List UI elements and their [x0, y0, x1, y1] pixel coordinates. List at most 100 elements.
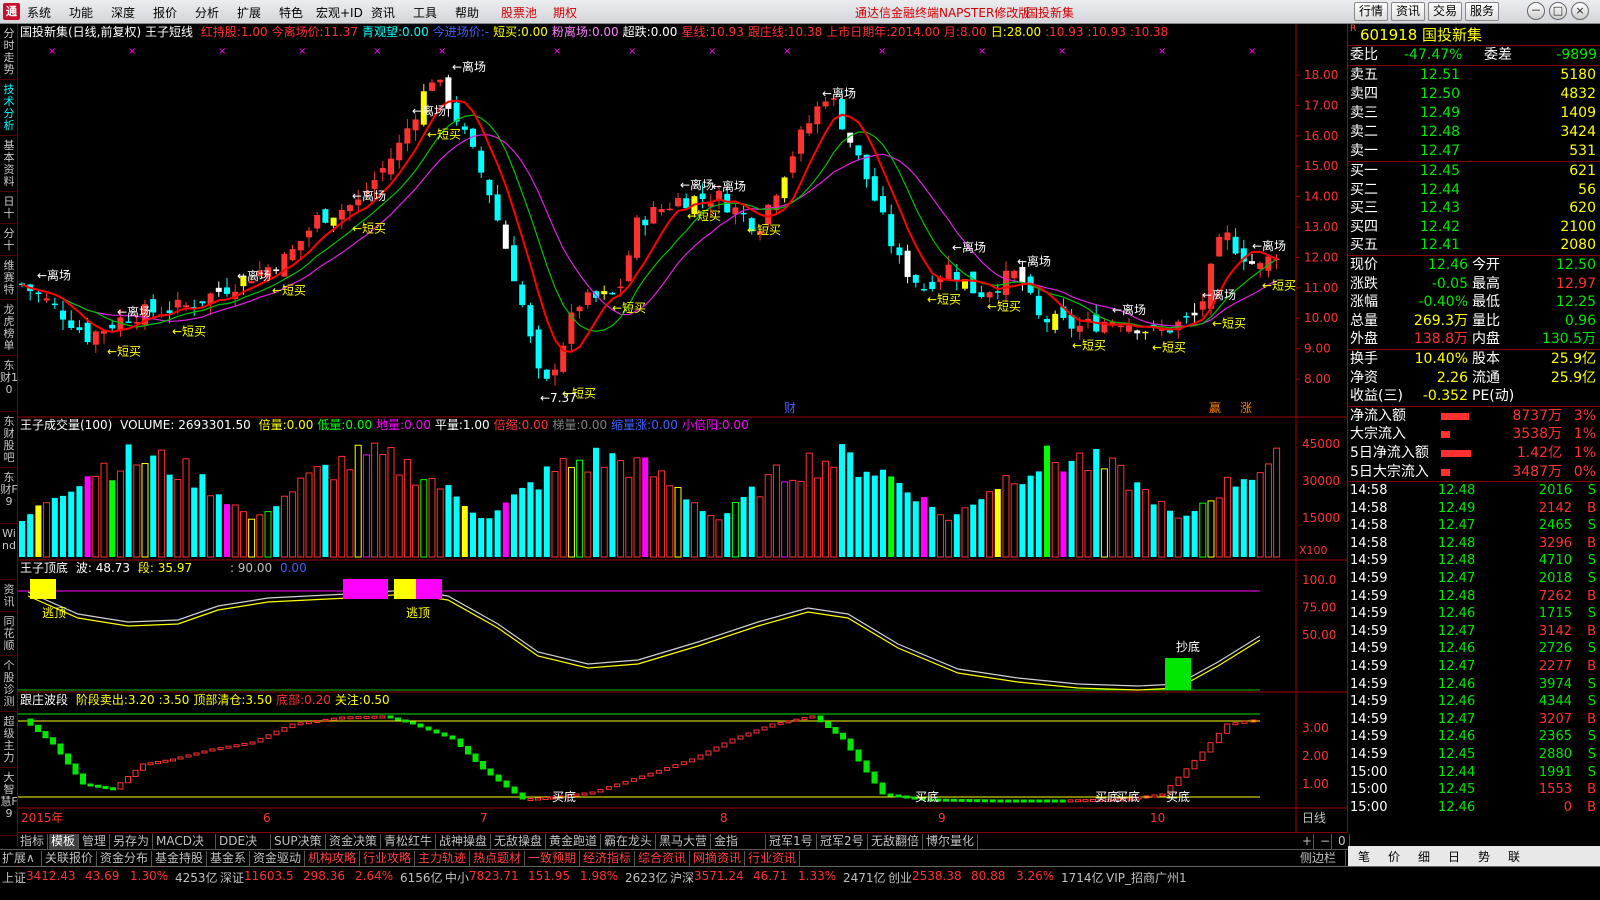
- extension-tab[interactable]: 一致预期: [526, 851, 580, 866]
- market-button[interactable]: 行情: [1354, 2, 1388, 21]
- left-tab[interactable]: 龙虎榜单: [0, 302, 18, 356]
- quote-tab[interactable]: 价: [1388, 848, 1400, 865]
- tick-list[interactable]: 14:58 12.48 2016 S 14:58 12.49 2142 B 14:58 12.47…: [1348, 482, 1600, 816]
- follow-bar: [527, 798, 534, 801]
- extension-tab[interactable]: 扩展∧: [0, 851, 42, 866]
- extension-tab[interactable]: 行业资讯: [746, 851, 800, 866]
- volume-bar: [797, 480, 805, 558]
- indicator-tab[interactable]: 博尔量化: [924, 834, 978, 849]
- stock-notice[interactable]: 国投新集: [1026, 4, 1074, 21]
- volume-bar: [781, 481, 789, 558]
- quote-tab[interactable]: 笔: [1358, 848, 1370, 865]
- extension-tab[interactable]: 基金系: [208, 851, 250, 866]
- quote-tab[interactable]: 势: [1478, 848, 1490, 865]
- maximize-icon[interactable]: □: [1549, 2, 1567, 20]
- left-tab[interactable]: 东财F9: [0, 470, 18, 524]
- order-row[interactable]: 卖三 12.49 1409: [1348, 104, 1600, 123]
- quote-tab[interactable]: 联: [1508, 848, 1520, 865]
- zoom-control[interactable]: −: [1318, 834, 1332, 849]
- order-row[interactable]: 买二 12.44 56: [1348, 181, 1600, 200]
- trade-button[interactable]: 交易: [1428, 2, 1462, 21]
- indicator-tab[interactable]: 资金决策: [327, 834, 381, 849]
- menu-item[interactable]: 宏观+ID: [316, 4, 363, 21]
- menu-item[interactable]: 帮助: [455, 4, 479, 21]
- extension-tab[interactable]: 网摘资讯: [691, 851, 745, 866]
- menu-item-red[interactable]: 股票池: [501, 4, 537, 21]
- order-row[interactable]: 买三 12.43 620: [1348, 199, 1600, 218]
- indicator-tab[interactable]: MACD决策: [154, 834, 216, 863]
- left-tab[interactable]: 分时走势: [0, 26, 18, 80]
- sidebar-toggle[interactable]: 侧边栏<: [1298, 851, 1346, 880]
- left-tab[interactable]: 超级主力: [0, 714, 18, 768]
- order-row[interactable]: 卖四 12.50 4832: [1348, 85, 1600, 104]
- left-tab[interactable]: 维赛特: [0, 258, 18, 300]
- order-row[interactable]: 卖二 12.48 3424: [1348, 123, 1600, 142]
- indicator-tab[interactable]: 黄金跑道: [547, 834, 601, 849]
- broker-notice[interactable]: 通达信金融终端NAPSTER修改版: [855, 4, 1030, 21]
- indicator-tab[interactable]: 无敌翻倍: [869, 834, 923, 849]
- left-tab[interactable]: 资讯: [0, 582, 18, 612]
- order-row[interactable]: 卖一 12.47 531: [1348, 142, 1600, 161]
- extension-tab[interactable]: 行业攻略: [361, 851, 415, 866]
- extension-tab[interactable]: 基金持股: [153, 851, 207, 866]
- indicator-tab[interactable]: 霸在龙头: [602, 834, 656, 849]
- menu-item[interactable]: 报价: [153, 4, 177, 21]
- indicator-tab[interactable]: 黑马大营: [657, 834, 711, 849]
- indicator-tab[interactable]: 战神操盘: [437, 834, 491, 849]
- extension-tab[interactable]: 热点题材: [471, 851, 525, 866]
- left-tab[interactable]: 个股诊测: [0, 658, 18, 712]
- left-tab[interactable]: 技术分析: [0, 82, 18, 136]
- extension-tab[interactable]: 经济指标: [581, 851, 635, 866]
- extension-tab[interactable]: 主力轨迹: [416, 851, 470, 866]
- indicator-tab[interactable]: 金指DDE: [712, 834, 766, 863]
- price-axis-label: 9.00: [1304, 342, 1331, 356]
- menu-item[interactable]: 工具: [413, 4, 437, 21]
- indicator-tab[interactable]: 青松红牛: [382, 834, 436, 849]
- order-row[interactable]: 卖五 12.51 5180: [1348, 66, 1600, 85]
- order-row[interactable]: 买五 12.41 2080: [1348, 236, 1600, 255]
- indicator-tab[interactable]: SUP决策: [272, 834, 326, 849]
- indicator-tab[interactable]: DDE决策: [217, 834, 271, 863]
- left-tab[interactable]: 基本资料: [0, 138, 18, 192]
- follow-bar: [379, 715, 386, 719]
- indicator-tab[interactable]: 无敌操盘: [492, 834, 546, 849]
- indicator-tab[interactable]: 管理: [80, 834, 110, 849]
- menu-item[interactable]: 分析: [195, 4, 219, 21]
- quote-tab[interactable]: 日: [1448, 848, 1460, 865]
- menu-item[interactable]: 系统: [27, 4, 51, 21]
- minimize-icon[interactable]: －: [1527, 2, 1545, 20]
- extension-tab[interactable]: 综合资讯: [636, 851, 690, 866]
- order-row[interactable]: 买一 12.45 621: [1348, 162, 1600, 181]
- extension-tab[interactable]: 资金驱动: [251, 851, 305, 866]
- indicator-tab[interactable]: 另存为: [111, 834, 153, 849]
- left-tab[interactable]: 东财股吧: [0, 414, 18, 468]
- extension-tab[interactable]: 关联报价: [43, 851, 97, 866]
- buy-bottom-label: 买底: [915, 789, 939, 804]
- extension-tab[interactable]: 机构攻略: [306, 851, 360, 866]
- left-tab[interactable]: 分十: [0, 226, 18, 256]
- left-tab[interactable]: 东财10: [0, 358, 18, 412]
- zoom-control[interactable]: +: [1300, 834, 1314, 849]
- menu-item[interactable]: 功能: [69, 4, 93, 21]
- service-button[interactable]: 服务: [1465, 2, 1499, 21]
- quote-tab[interactable]: 细: [1418, 848, 1430, 865]
- chart-area[interactable]: 18.00 17.00 16.00 15.00 14.00 13.00 12.00 11.00…: [18, 24, 1348, 832]
- indicator-tab[interactable]: 指标: [18, 834, 48, 849]
- menu-item[interactable]: 资讯: [371, 4, 395, 21]
- menu-item-red[interactable]: 期权: [553, 4, 577, 21]
- news-button[interactable]: 资讯: [1391, 2, 1425, 21]
- left-tab[interactable]: Wind: [0, 526, 18, 580]
- close-icon[interactable]: ×: [1571, 2, 1589, 20]
- indicator-tab[interactable]: 冠军1号: [767, 834, 817, 849]
- left-tab[interactable]: 同花顺: [0, 614, 18, 656]
- indicator-tab[interactable]: 模板: [49, 834, 79, 849]
- order-row[interactable]: 买四 12.42 2100: [1348, 218, 1600, 237]
- menu-item[interactable]: 深度: [111, 4, 135, 21]
- menu-item[interactable]: 扩展: [237, 4, 261, 21]
- left-tab[interactable]: 日十: [0, 194, 18, 224]
- left-tab[interactable]: 大智慧F9: [0, 770, 18, 836]
- extension-tab[interactable]: 资金分布: [98, 851, 152, 866]
- stat-label: 最低: [1472, 294, 1500, 311]
- menu-item[interactable]: 特色: [279, 4, 303, 21]
- indicator-tab[interactable]: 冠军2号: [818, 834, 868, 849]
